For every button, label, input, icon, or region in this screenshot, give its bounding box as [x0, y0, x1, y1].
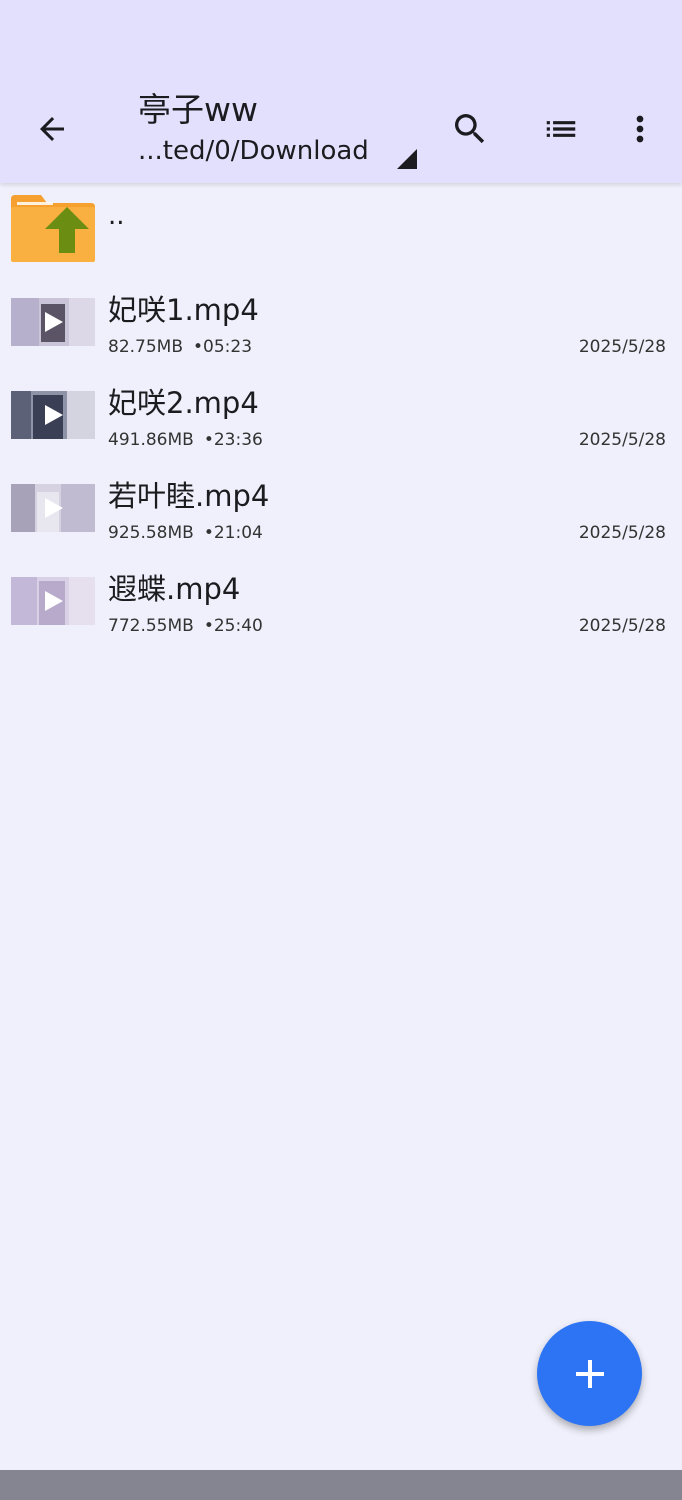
search-button[interactable]	[444, 104, 496, 154]
more-options-button[interactable]	[618, 104, 662, 154]
top-app-bar: 亭子ww ...ted/0/Download	[0, 0, 682, 183]
parent-folder-row[interactable]: ..	[0, 183, 682, 278]
app-title: 亭子ww	[138, 90, 258, 129]
file-duration: •23:36	[203, 430, 263, 450]
file-row[interactable]: 若叶睦.mp4 925.58MB •21:04 2025/5/28	[0, 464, 682, 557]
arrow-left-icon	[40, 117, 64, 141]
video-thumbnail	[11, 391, 95, 439]
file-date: 2025/5/28	[578, 430, 666, 450]
video-thumbnail	[11, 484, 95, 532]
file-meta: 491.86MB •23:36	[108, 429, 263, 451]
title-area[interactable]: 亭子ww ...ted/0/Download	[138, 88, 428, 172]
dropdown-triangle-icon	[397, 149, 417, 169]
search-icon	[455, 114, 485, 144]
file-duration: •25:40	[203, 616, 263, 636]
file-size: 82.75MB	[108, 337, 183, 357]
file-date: 2025/5/28	[578, 616, 666, 636]
file-duration: •21:04	[203, 523, 263, 543]
path-selector[interactable]: ...ted/0/Download	[138, 132, 428, 172]
video-thumbnail	[11, 298, 95, 346]
file-meta: 82.75MB •05:23	[108, 336, 252, 358]
file-row[interactable]: 妃咲2.mp4 491.86MB •23:36 2025/5/28	[0, 371, 682, 464]
video-thumbnail	[11, 577, 95, 625]
file-date: 2025/5/28	[578, 523, 666, 543]
file-duration: •05:23	[193, 337, 253, 357]
file-name: 若叶睦.mp4	[108, 479, 270, 513]
current-path: ...ted/0/Download	[138, 136, 369, 166]
plus-icon	[575, 1359, 604, 1388]
file-meta: 925.58MB •21:04	[108, 522, 263, 544]
back-button[interactable]	[24, 104, 80, 154]
file-name: 遐蝶.mp4	[108, 572, 241, 606]
more-vert-icon	[636, 115, 644, 143]
folder-up-icon	[11, 195, 95, 262]
add-fab-button[interactable]	[537, 1321, 642, 1426]
file-row[interactable]: 妃咲1.mp4 82.75MB •05:23 2025/5/28	[0, 278, 682, 371]
view-mode-button[interactable]	[534, 104, 588, 154]
file-name: 妃咲2.mp4	[108, 386, 259, 420]
file-size: 925.58MB	[108, 523, 194, 543]
file-meta: 772.55MB •25:40	[108, 615, 263, 637]
file-date: 2025/5/28	[578, 337, 666, 357]
parent-folder-label: ..	[108, 201, 125, 231]
file-row[interactable]: 遐蝶.mp4 772.55MB •25:40 2025/5/28	[0, 557, 682, 650]
list-view-icon	[546, 121, 576, 137]
file-name: 妃咲1.mp4	[108, 293, 259, 327]
file-size: 491.86MB	[108, 430, 194, 450]
file-size: 772.55MB	[108, 616, 194, 636]
system-nav-bar	[0, 1470, 682, 1500]
file-list: .. 妃咲1.mp4 82.75MB •05:23 2025/5/28 妃咲2.…	[0, 183, 682, 650]
